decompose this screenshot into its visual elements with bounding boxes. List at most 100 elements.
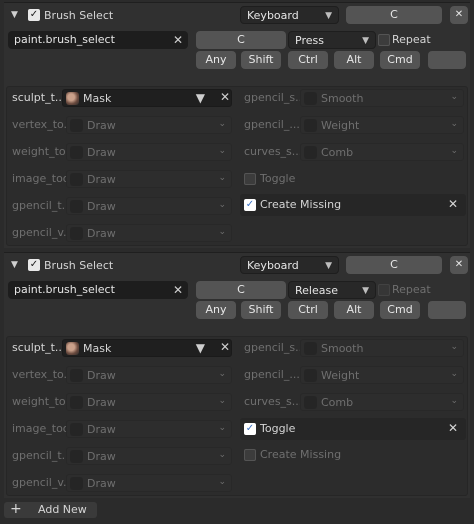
tool-value: Mask — [83, 92, 112, 105]
tool-selector[interactable]: Draw ⌄ — [66, 447, 232, 465]
add-new-label: Add New — [38, 503, 87, 516]
map-type-dropdown[interactable]: Keyboard ▼ — [240, 6, 339, 24]
event-key-button[interactable]: C — [196, 281, 286, 299]
map-type-value: Keyboard — [247, 259, 299, 272]
brush-thumbnail — [304, 119, 317, 132]
create-missing-row[interactable]: Create Missing — [240, 444, 466, 466]
chevron-down-icon: ⌄ — [450, 146, 458, 156]
tool-selector[interactable]: Comb ⌄ — [300, 393, 464, 411]
tool-selector[interactable]: Mask ▼ — [62, 339, 232, 357]
tool-label: sculpt_t... — [12, 341, 66, 354]
modifier-shift-button[interactable]: Shift — [241, 301, 281, 319]
repeat-checkbox[interactable] — [378, 284, 390, 296]
chevron-down-icon: ▼ — [362, 36, 369, 46]
tool-selector[interactable]: Mask ▼ — [62, 89, 232, 107]
tool-selector[interactable]: Draw ⌄ — [66, 366, 232, 384]
keymap-item-name[interactable]: Brush Select — [44, 259, 113, 272]
brush-thumbnail — [70, 119, 83, 132]
key-capture-button[interactable]: C — [346, 256, 442, 274]
modifier-ctrl-button[interactable]: Ctrl — [288, 51, 328, 69]
repeat-label: Repeat — [392, 33, 431, 46]
tool-value: Comb — [321, 146, 354, 159]
modifier-cmd-button[interactable]: Cmd — [380, 301, 420, 319]
event-value-dropdown[interactable]: Press ▼ — [288, 31, 376, 49]
tool-selector[interactable]: Draw ⌄ — [66, 116, 232, 134]
modifier-any-button[interactable]: Any — [196, 51, 236, 69]
chevron-down-icon: ⌄ — [218, 119, 226, 129]
create-missing-checkbox[interactable]: ✓ — [244, 199, 256, 211]
repeat-checkbox[interactable] — [378, 34, 390, 46]
modifier-cmd-button[interactable]: Cmd — [380, 51, 420, 69]
map-type-dropdown[interactable]: Keyboard ▼ — [240, 256, 339, 274]
clear-icon[interactable]: ✕ — [448, 197, 458, 211]
tool-label: vertex_to... — [12, 368, 75, 381]
tool-selector[interactable]: Draw ⌄ — [66, 143, 232, 161]
restore-icon[interactable]: ✕ — [450, 256, 468, 274]
tool-row-weight: weight_to... Draw ⌄ — [8, 142, 234, 162]
chevron-down-icon: ⌄ — [450, 342, 458, 352]
chevron-down-icon: ⌄ — [218, 227, 226, 237]
tool-selector[interactable]: Draw ⌄ — [66, 224, 232, 242]
toggle-row[interactable]: ✓ Toggle ✕ — [240, 418, 466, 440]
modifier-shift-button[interactable]: Shift — [241, 51, 281, 69]
event-value: Release — [295, 284, 338, 297]
tool-row-image: image_tool: Draw ⌄ — [8, 419, 234, 439]
clear-icon[interactable]: ✕ — [448, 421, 458, 435]
clear-icon[interactable]: ✕ — [173, 281, 183, 299]
tool-row-gpencil-v: gpencil_v... Draw ⌄ — [8, 473, 234, 493]
tool-row-weight: weight_to... Draw ⌄ — [8, 392, 234, 412]
tool-value: Draw — [87, 477, 116, 490]
active-checkbox[interactable]: ✓ — [28, 9, 40, 21]
properties-box — [6, 336, 468, 496]
tool-selector[interactable]: Draw ⌄ — [66, 170, 232, 188]
tool-selector[interactable]: Smooth ⌄ — [300, 339, 464, 357]
chevron-down-icon: ⌄ — [450, 119, 458, 129]
create-missing-checkbox[interactable] — [244, 449, 256, 461]
active-checkbox[interactable]: ✓ — [28, 259, 40, 271]
tool-selector[interactable]: Weight ⌄ — [300, 366, 464, 384]
clear-icon[interactable]: ✕ — [220, 341, 230, 353]
key-capture-button[interactable]: C — [346, 6, 442, 24]
toggle-checkbox[interactable]: ✓ — [244, 423, 256, 435]
keymap-item-name[interactable]: Brush Select — [44, 9, 113, 22]
event-value-dropdown[interactable]: Release ▼ — [288, 281, 376, 299]
chevron-down-icon[interactable]: ▼ — [11, 11, 19, 20]
toggle-checkbox[interactable] — [244, 173, 256, 185]
idname-field[interactable]: paint.brush_select ✕ — [8, 31, 188, 49]
clear-icon[interactable]: ✕ — [173, 31, 183, 49]
modifier-any-button[interactable]: Any — [196, 301, 236, 319]
plus-icon: + — [10, 501, 22, 517]
brush-thumbnail — [70, 423, 83, 436]
create-missing-row[interactable]: ✓ Create Missing ✕ — [240, 194, 466, 216]
restore-icon[interactable]: ✕ — [450, 6, 468, 24]
event-key-button[interactable]: C — [196, 31, 286, 49]
chevron-down-icon: ⌄ — [450, 369, 458, 379]
toggle-label: Toggle — [260, 172, 296, 185]
tool-selector[interactable]: Draw ⌄ — [66, 393, 232, 411]
tool-value: Draw — [87, 173, 116, 186]
tool-value: Smooth — [321, 342, 364, 355]
tool-value: Draw — [87, 396, 116, 409]
brush-thumbnail — [66, 342, 79, 355]
brush-thumbnail — [304, 92, 317, 105]
idname-field[interactable]: paint.brush_select ✕ — [8, 281, 188, 299]
chevron-down-icon[interactable]: ▼ — [11, 261, 19, 270]
tool-selector[interactable]: Weight ⌄ — [300, 116, 464, 134]
clear-icon[interactable]: ✕ — [220, 91, 230, 103]
tool-selector[interactable]: Smooth ⌄ — [300, 89, 464, 107]
tool-selector[interactable]: Draw ⌄ — [66, 197, 232, 215]
modifier-alt-button[interactable]: Alt — [334, 51, 374, 69]
tool-selector[interactable]: Draw ⌄ — [66, 420, 232, 438]
key-modifier-button[interactable] — [428, 301, 466, 319]
tool-selector[interactable]: Draw ⌄ — [66, 474, 232, 492]
modifier-ctrl-button[interactable]: Ctrl — [288, 301, 328, 319]
tool-row-gpencil-t: gpencil_t... Draw ⌄ — [8, 196, 234, 216]
add-new-button[interactable]: + Add New — [4, 501, 97, 518]
tool-selector[interactable]: Comb ⌄ — [300, 143, 464, 161]
key-modifier-button[interactable] — [428, 51, 466, 69]
modifier-alt-button[interactable]: Alt — [334, 301, 374, 319]
tool-label: gpencil_s... — [244, 341, 306, 354]
tool-value: Draw — [87, 450, 116, 463]
tool-value: Comb — [321, 396, 354, 409]
toggle-row[interactable]: Toggle — [240, 168, 466, 190]
